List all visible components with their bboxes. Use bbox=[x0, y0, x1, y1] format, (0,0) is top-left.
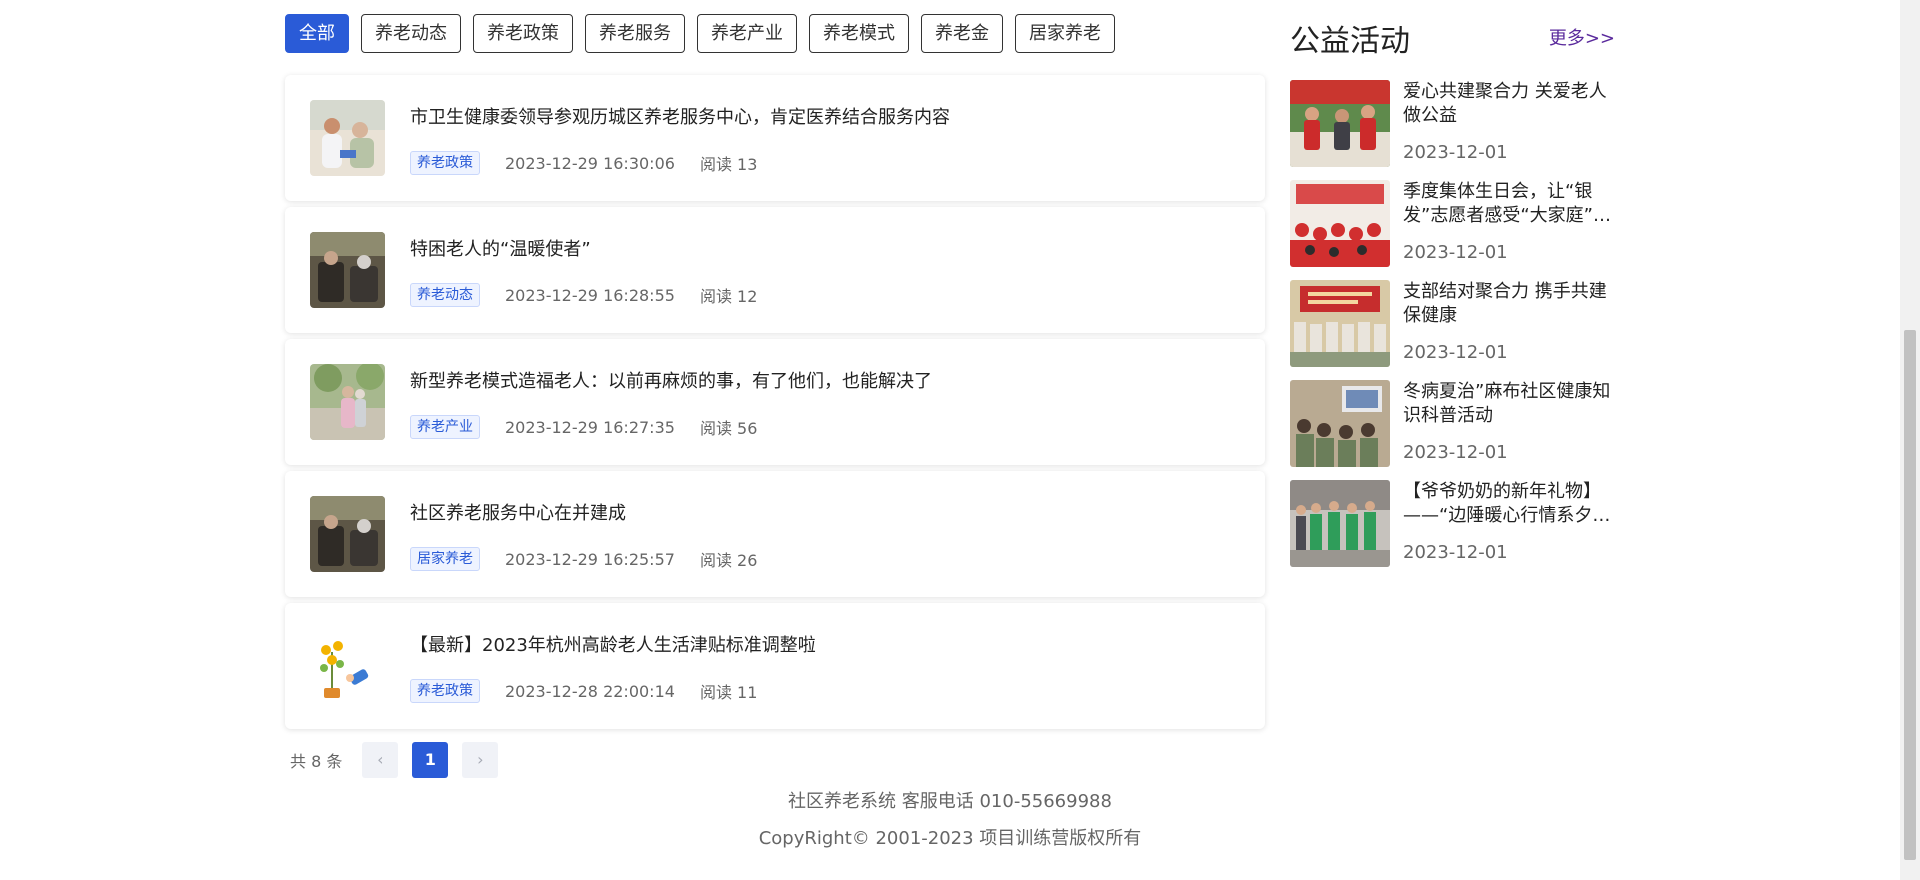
publish-date: 2023-12-29 16:30:06 bbox=[505, 153, 675, 173]
tab-all[interactable]: 全部 bbox=[285, 14, 349, 53]
category-badge: 居家养老 bbox=[410, 547, 480, 571]
sidebar-title: 公益活动 bbox=[1290, 24, 1410, 59]
category-tabs: 全部 养老动态 养老政策 养老服务 养老产业 养老模式 养老金 居家养老 bbox=[285, 14, 1127, 53]
news-title[interactable]: 市卫生健康委领导参观历城区养老服务中心，肯定医养结合服务内容 bbox=[410, 103, 950, 129]
news-meta: 居家养老 2023-12-29 16:25:57 阅读 26 bbox=[410, 547, 757, 571]
read-count: 阅读 26 bbox=[699, 551, 758, 570]
news-card[interactable]: 特困老人的“温暖使者” 养老动态 2023-12-29 16:28:55 阅读 … bbox=[285, 207, 1265, 333]
activity-date: 2023-12-01 bbox=[1403, 542, 1508, 563]
activity-date: 2023-12-01 bbox=[1403, 242, 1508, 263]
charity-sidebar: 公益活动 更多>> 爱心共建聚合力 关爱老人做公益 2023-12-01 季度集… bbox=[1290, 10, 1615, 567]
activity-item[interactable]: 爱心共建聚合力 关爱老人做公益 2023-12-01 bbox=[1290, 66, 1615, 167]
category-badge: 养老政策 bbox=[410, 679, 480, 703]
tab-home-care[interactable]: 居家养老 bbox=[1015, 14, 1115, 53]
activity-title[interactable]: 季度集体生日会，让“银发”志愿者感受“大家庭”的温暖 bbox=[1403, 180, 1615, 228]
activity-item[interactable]: 支部结对聚合力 携手共建保健康 2023-12-01 bbox=[1290, 266, 1615, 367]
category-badge: 养老产业 bbox=[410, 415, 480, 439]
activity-date: 2023-12-01 bbox=[1403, 442, 1508, 463]
scrollbar-thumb[interactable] bbox=[1904, 330, 1916, 860]
publish-date: 2023-12-29 16:28:55 bbox=[505, 285, 675, 305]
news-meta: 养老产业 2023-12-29 16:27:35 阅读 56 bbox=[410, 415, 757, 439]
news-meta: 养老政策 2023-12-28 22:00:14 阅读 11 bbox=[410, 679, 757, 703]
activity-thumbnail[interactable] bbox=[1290, 380, 1390, 467]
footer-contact: 社区养老系统 客服电话 010-55669988 bbox=[788, 791, 1112, 812]
news-thumbnail[interactable] bbox=[310, 496, 385, 572]
activity-title[interactable]: 【爷爷奶奶的新年礼物】——“边陲暖心行情系夕阳红” bbox=[1403, 480, 1615, 528]
read-count: 阅读 13 bbox=[699, 155, 758, 174]
tab-elderly-model[interactable]: 养老模式 bbox=[809, 14, 909, 53]
activity-item[interactable]: 季度集体生日会，让“银发”志愿者感受“大家庭”的温暖 2023-12-01 bbox=[1290, 166, 1615, 267]
activity-thumbnail[interactable] bbox=[1290, 280, 1390, 367]
activity-thumbnail[interactable] bbox=[1290, 480, 1390, 567]
activity-title[interactable]: 爱心共建聚合力 关爱老人做公益 bbox=[1403, 80, 1615, 128]
news-title[interactable]: 特困老人的“温暖使者” bbox=[410, 235, 591, 261]
prev-page-button[interactable]: ‹ bbox=[362, 742, 399, 778]
pagination: 共 8 条 ‹ 1 › bbox=[285, 742, 512, 778]
more-link[interactable]: 更多>> bbox=[1549, 24, 1615, 50]
footer-copyright: CopyRight© 2001-2023 项目训练营版权所有 bbox=[758, 828, 1142, 849]
next-page-button[interactable]: › bbox=[462, 742, 499, 778]
news-list: 市卫生健康委领导参观历城区养老服务中心，肯定医养结合服务内容 养老政策 2023… bbox=[285, 75, 1265, 735]
news-title[interactable]: 新型养老模式造福老人：以前再麻烦的事，有了他们，也能解决了 bbox=[410, 367, 932, 393]
category-badge: 养老政策 bbox=[410, 151, 480, 175]
read-count: 阅读 56 bbox=[699, 419, 758, 438]
publish-date: 2023-12-29 16:25:57 bbox=[505, 549, 675, 569]
news-meta: 养老动态 2023-12-29 16:28:55 阅读 12 bbox=[410, 283, 757, 307]
news-card[interactable]: 【最新】2023年杭州高龄老人生活津贴标准调整啦 养老政策 2023-12-28… bbox=[285, 603, 1265, 729]
scrollbar-track[interactable] bbox=[1900, 0, 1920, 880]
news-title[interactable]: 社区养老服务中心在并建成 bbox=[410, 499, 626, 525]
tab-elderly-service[interactable]: 养老服务 bbox=[585, 14, 685, 53]
tab-elderly-policy[interactable]: 养老政策 bbox=[473, 14, 573, 53]
news-title[interactable]: 【最新】2023年杭州高龄老人生活津贴标准调整啦 bbox=[410, 631, 816, 657]
page-number-button[interactable]: 1 bbox=[412, 742, 449, 778]
total-count: 共 8 条 bbox=[290, 752, 343, 771]
news-thumbnail[interactable] bbox=[310, 364, 385, 440]
activity-title[interactable]: 冬病夏治”麻布社区健康知识科普活动 bbox=[1403, 380, 1615, 428]
tab-elderly-news[interactable]: 养老动态 bbox=[361, 14, 461, 53]
tab-pension[interactable]: 养老金 bbox=[921, 14, 1003, 53]
news-card[interactable]: 市卫生健康委领导参观历城区养老服务中心，肯定医养结合服务内容 养老政策 2023… bbox=[285, 75, 1265, 201]
read-count: 阅读 12 bbox=[699, 287, 758, 306]
main-container: 全部 养老动态 养老政策 养老服务 养老产业 养老模式 养老金 居家养老 市卫生… bbox=[285, 0, 1615, 880]
activity-thumbnail[interactable] bbox=[1290, 180, 1390, 267]
news-thumbnail[interactable] bbox=[310, 100, 385, 176]
activity-date: 2023-12-01 bbox=[1403, 342, 1508, 363]
activity-item[interactable]: 【爷爷奶奶的新年礼物】——“边陲暖心行情系夕阳红” 2023-12-01 bbox=[1290, 466, 1615, 567]
activity-item[interactable]: 冬病夏治”麻布社区健康知识科普活动 2023-12-01 bbox=[1290, 366, 1615, 467]
news-meta: 养老政策 2023-12-29 16:30:06 阅读 13 bbox=[410, 151, 757, 175]
activity-thumbnail[interactable] bbox=[1290, 80, 1390, 167]
activity-date: 2023-12-01 bbox=[1403, 142, 1508, 163]
publish-date: 2023-12-28 22:00:14 bbox=[505, 681, 675, 701]
publish-date: 2023-12-29 16:27:35 bbox=[505, 417, 675, 437]
activity-title[interactable]: 支部结对聚合力 携手共建保健康 bbox=[1403, 280, 1615, 328]
read-count: 阅读 11 bbox=[699, 683, 758, 702]
news-card[interactable]: 新型养老模式造福老人：以前再麻烦的事，有了他们，也能解决了 养老产业 2023-… bbox=[285, 339, 1265, 465]
tab-elderly-industry[interactable]: 养老产业 bbox=[697, 14, 797, 53]
news-thumbnail[interactable] bbox=[310, 628, 385, 704]
sidebar-header: 公益活动 更多>> bbox=[1290, 10, 1615, 66]
news-thumbnail[interactable] bbox=[310, 232, 385, 308]
category-badge: 养老动态 bbox=[410, 283, 480, 307]
news-card[interactable]: 社区养老服务中心在并建成 居家养老 2023-12-29 16:25:57 阅读… bbox=[285, 471, 1265, 597]
